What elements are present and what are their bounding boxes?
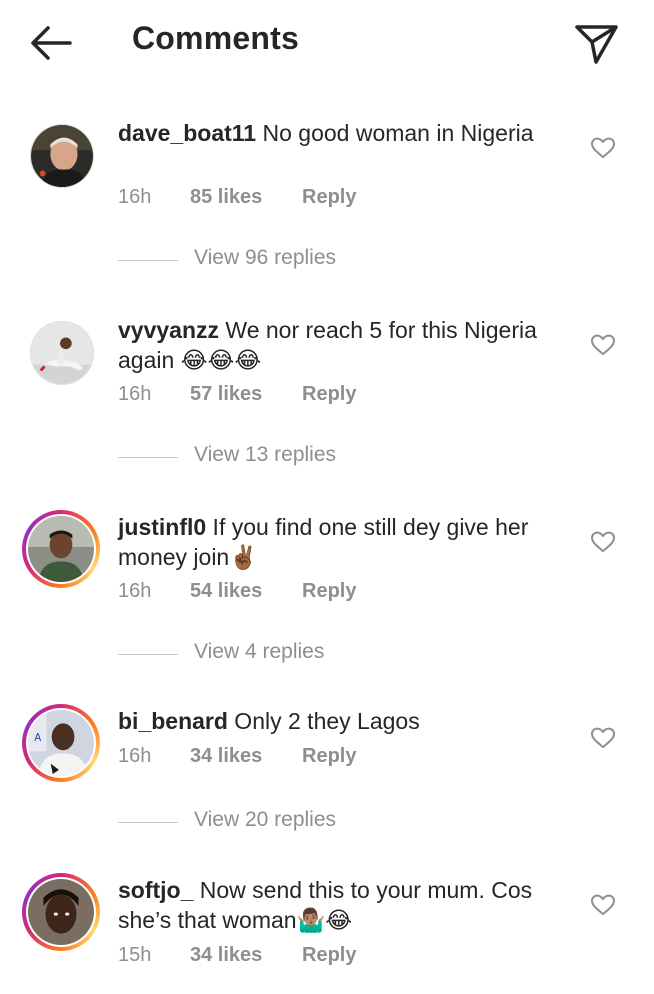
avatar[interactable] [22, 313, 100, 391]
view-replies-label: View 4 replies [194, 640, 325, 663]
like-button[interactable] [590, 333, 616, 357]
comment-likes[interactable]: 57 likes [190, 383, 262, 406]
reply-button[interactable]: Reply [302, 383, 356, 406]
view-replies-label: View 96 replies [194, 246, 337, 269]
view-replies-label: View 13 replies [194, 443, 337, 466]
reply-button[interactable]: Reply [302, 944, 356, 967]
replies-divider [118, 654, 178, 655]
like-button[interactable] [590, 136, 616, 160]
like-button[interactable] [590, 893, 616, 917]
reply-button[interactable]: Reply [302, 580, 356, 603]
replies-divider [118, 260, 178, 261]
comment-body: bi_benard Only 2 they Lagos [118, 706, 578, 736]
user-photo [31, 322, 93, 384]
comment-time: 16h [118, 383, 152, 405]
view-replies-button[interactable]: View 4 replies [118, 640, 418, 670]
page-title: Comments [132, 20, 299, 56]
heart-icon [591, 894, 615, 915]
avatar[interactable]: A [22, 704, 100, 782]
comment-time: 16h [118, 745, 152, 767]
comment-time: 16h [118, 580, 152, 602]
view-replies-button[interactable]: View 20 replies [118, 808, 418, 838]
view-replies-button[interactable]: View 96 replies [118, 246, 418, 276]
comment-username[interactable]: softjo_ [118, 877, 193, 903]
view-replies-label: View 20 replies [194, 808, 337, 831]
user-photo: A [28, 710, 94, 776]
view-replies-button[interactable]: View 13 replies [118, 443, 418, 473]
user-photo [31, 125, 93, 187]
comment-time: 16h [118, 186, 152, 208]
comment-time: 15h [118, 944, 152, 966]
svg-text:A: A [34, 732, 41, 744]
comment-likes[interactable]: 85 likes [190, 186, 262, 209]
heart-icon [591, 531, 615, 552]
comment-likes[interactable]: 34 likes [190, 944, 262, 967]
like-button[interactable] [590, 726, 616, 750]
comment-text: Only 2 they Lagos [227, 708, 420, 734]
comment-body: vyvyanzz We nor reach 5 for this Nigeria… [118, 315, 578, 375]
avatar[interactable] [22, 510, 100, 588]
comment-likes[interactable]: 54 likes [190, 580, 262, 603]
reply-button[interactable]: Reply [302, 745, 356, 768]
comment-body: dave_boat11 No good woman in Nigeria [118, 118, 578, 148]
back-button[interactable] [26, 22, 76, 64]
avatar[interactable] [22, 873, 100, 951]
heart-icon [591, 727, 615, 748]
comment-username[interactable]: bi_benard [118, 708, 228, 734]
comment-username[interactable]: justinfl0 [118, 514, 206, 540]
like-button[interactable] [590, 530, 616, 554]
reply-button[interactable]: Reply [302, 186, 356, 209]
share-button[interactable] [572, 20, 620, 66]
comment-body: justinfl0 If you find one still dey give… [118, 512, 578, 572]
arrow-left-icon [31, 26, 72, 60]
user-photo [28, 516, 94, 582]
avatar[interactable] [22, 116, 100, 194]
replies-divider [118, 822, 178, 823]
comment-likes[interactable]: 34 likes [190, 745, 262, 768]
top-bar: Comments [0, 0, 654, 86]
comment-username[interactable]: dave_boat11 [118, 120, 256, 146]
heart-icon [591, 334, 615, 355]
comment-username[interactable]: vyvyanzz [118, 317, 219, 343]
replies-divider [118, 457, 178, 458]
heart-icon [591, 137, 615, 158]
user-photo [28, 879, 94, 945]
comment-body: softjo_ Now send this to your mum. Cos s… [118, 875, 578, 935]
comment-text: No good woman in Nigeria [256, 120, 534, 146]
paper-plane-icon [575, 25, 618, 64]
